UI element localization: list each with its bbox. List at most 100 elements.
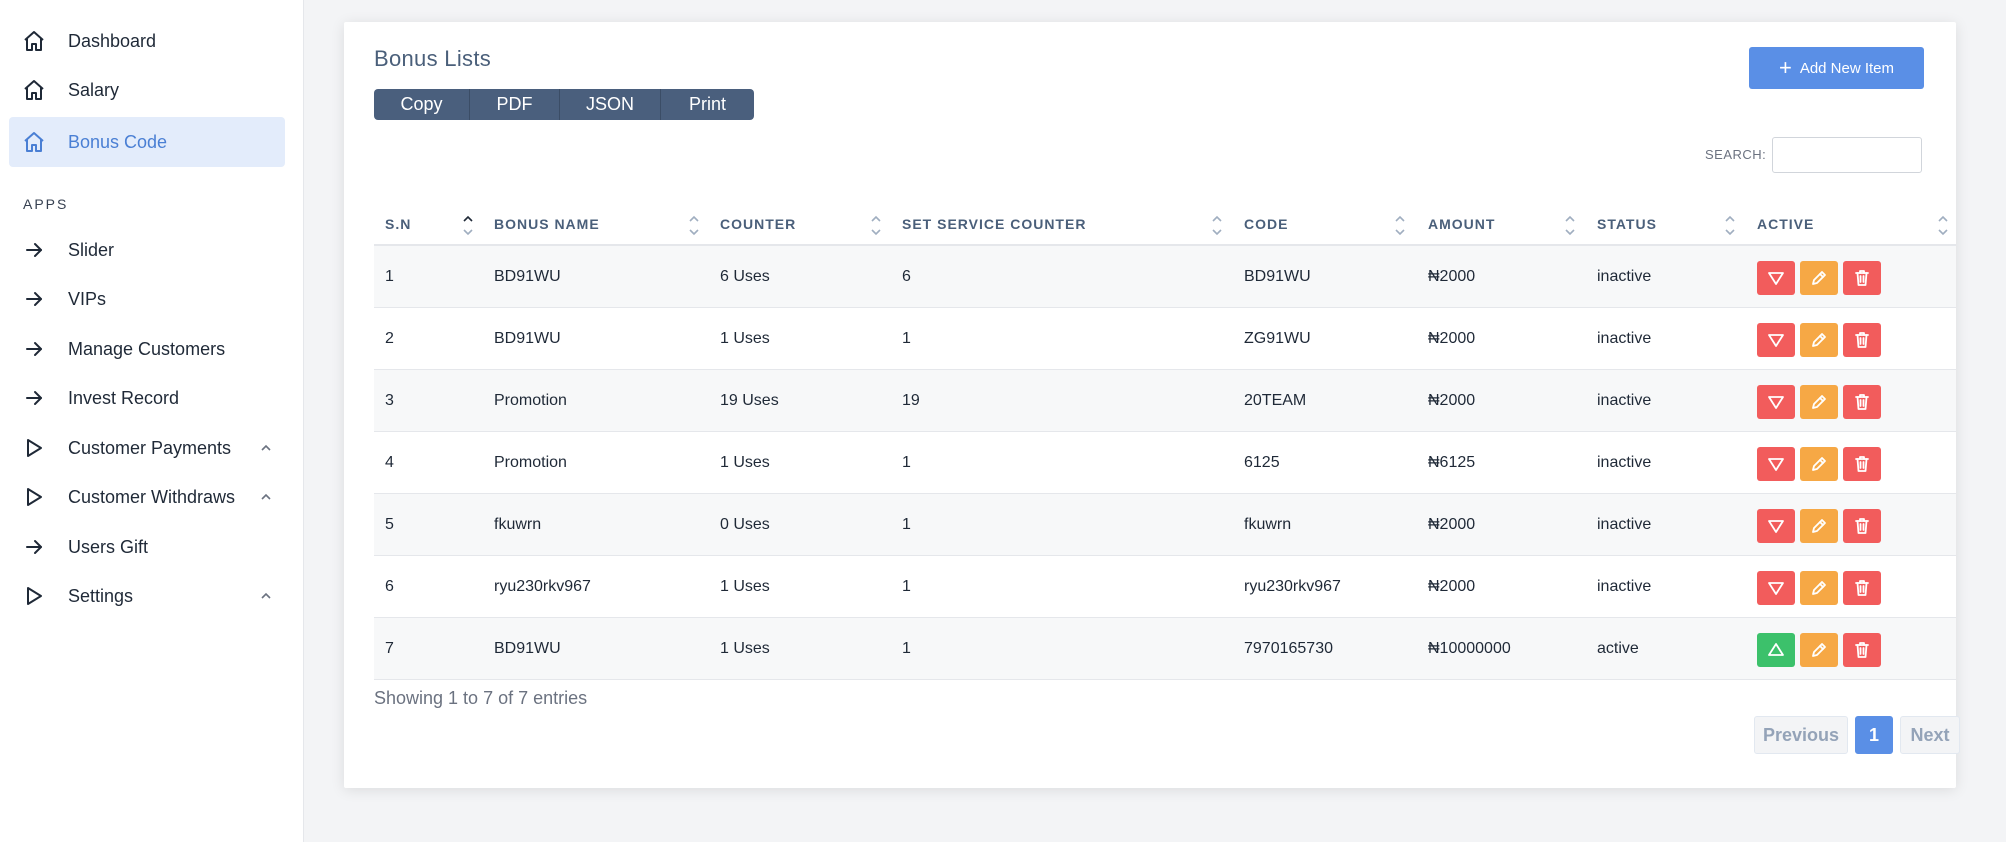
table-header: S.N BONUS NAME COUNTER SET SERVICE COUNT… xyxy=(374,204,1956,246)
cell-status: inactive xyxy=(1597,267,1652,285)
arrow-right-icon xyxy=(22,238,46,262)
nav-label: Settings xyxy=(68,585,134,606)
toggle-status-button[interactable] xyxy=(1757,571,1795,605)
nav-item-manage-customers[interactable]: Manage Customers xyxy=(9,325,285,373)
nav-item-customer-withdraws[interactable]: Customer Withdraws xyxy=(9,473,285,521)
sort-icon[interactable] xyxy=(869,208,883,240)
pagination-previous-button[interactable]: Previous xyxy=(1754,716,1848,754)
table-row: 6 ryu230rkv967 1 Uses 1 ryu230rkv967 ₦2000 ina… xyxy=(374,556,1956,618)
delete-button[interactable] xyxy=(1843,261,1881,295)
column-header-set-service-counter[interactable]: SET SERVICE COUNTER xyxy=(902,204,1086,244)
column-header-sn[interactable]: S.N xyxy=(385,204,411,244)
search-input[interactable] xyxy=(1772,137,1922,173)
search-label: SEARCH: xyxy=(1705,147,1767,162)
nav-item-users-gift[interactable]: Users Gift xyxy=(9,523,285,571)
column-header-active[interactable]: ACTIVE xyxy=(1757,204,1814,244)
cell-set-service-counter: 6 xyxy=(902,267,911,285)
json-button[interactable]: JSON xyxy=(560,89,661,120)
table-body: 1 BD91WU 6 Uses 6 BD91WU ₦2000 inactive 2 BD91WU… xyxy=(374,246,1956,680)
cell-counter: 1 Uses xyxy=(720,577,770,595)
add-new-item-button[interactable]: + Add New Item xyxy=(1749,47,1924,89)
edit-button[interactable] xyxy=(1800,509,1838,543)
copy-button[interactable]: Copy xyxy=(374,89,470,120)
toggle-status-button[interactable] xyxy=(1757,633,1795,667)
pencil-icon xyxy=(1809,268,1829,288)
edit-button[interactable] xyxy=(1800,633,1838,667)
toggle-status-button[interactable] xyxy=(1757,509,1795,543)
export-button-group: Copy PDF JSON Print xyxy=(374,89,754,120)
sort-icon[interactable] xyxy=(1563,208,1577,240)
pagination-page-button[interactable]: 1 xyxy=(1855,716,1893,754)
page-title: Bonus Lists xyxy=(374,46,492,71)
sort-icon[interactable] xyxy=(687,208,701,240)
cell-sn: 6 xyxy=(385,577,394,595)
nav-item-bonus-code[interactable]: Bonus Code xyxy=(9,117,285,167)
toggle-status-button[interactable] xyxy=(1757,261,1795,295)
cell-status: inactive xyxy=(1597,577,1652,595)
column-header-status[interactable]: STATUS xyxy=(1597,204,1657,244)
column-header-bonus-name[interactable]: BONUS NAME xyxy=(494,204,600,244)
sort-icon[interactable] xyxy=(1723,208,1737,240)
delete-button[interactable] xyxy=(1843,571,1881,605)
nav-item-invest-record[interactable]: Invest Record xyxy=(9,374,285,422)
cell-bonus-name: Promotion xyxy=(494,391,567,409)
nav-item-salary[interactable]: Salary xyxy=(9,66,285,114)
cell-status: inactive xyxy=(1597,453,1652,471)
column-header-counter[interactable]: COUNTER xyxy=(720,204,796,244)
toggle-status-button[interactable] xyxy=(1757,323,1795,357)
nav-label: Dashboard xyxy=(68,30,157,51)
pdf-button[interactable]: PDF xyxy=(470,89,560,120)
cell-amount: ₦2000 xyxy=(1428,329,1476,347)
edit-button[interactable] xyxy=(1800,323,1838,357)
pencil-icon xyxy=(1809,454,1829,474)
nav-item-customer-payments[interactable]: Customer Payments xyxy=(9,424,285,472)
delete-button[interactable] xyxy=(1843,385,1881,419)
trash-icon xyxy=(1852,392,1872,412)
delete-button[interactable] xyxy=(1843,323,1881,357)
nav-item-slider[interactable]: Slider xyxy=(9,226,285,274)
edit-button[interactable] xyxy=(1800,261,1838,295)
cell-counter: 19 Uses xyxy=(720,391,779,409)
delete-button[interactable] xyxy=(1843,509,1881,543)
cell-counter: 1 Uses xyxy=(720,329,770,347)
column-header-code[interactable]: CODE xyxy=(1244,204,1288,244)
cell-amount: ₦6125 xyxy=(1428,453,1476,471)
cell-sn: 2 xyxy=(385,329,394,347)
cell-status: inactive xyxy=(1597,329,1652,347)
chevron-up-icon[interactable] xyxy=(259,589,273,603)
print-button[interactable]: Print xyxy=(661,89,754,120)
triangle-down-icon xyxy=(1766,330,1786,350)
toggle-status-button[interactable] xyxy=(1757,447,1795,481)
pencil-icon xyxy=(1809,330,1829,350)
triangle-down-icon xyxy=(1766,454,1786,474)
chevron-up-icon[interactable] xyxy=(259,441,273,455)
edit-button[interactable] xyxy=(1800,571,1838,605)
plus-icon: + xyxy=(1778,55,1792,80)
sort-icon[interactable] xyxy=(1393,208,1407,240)
edit-button[interactable] xyxy=(1800,447,1838,481)
toggle-status-button[interactable] xyxy=(1757,385,1795,419)
column-header-amount[interactable]: AMOUNT xyxy=(1428,204,1495,244)
cell-set-service-counter: 1 xyxy=(902,453,911,471)
play-icon xyxy=(22,485,46,509)
edit-button[interactable] xyxy=(1800,385,1838,419)
nav-label: Salary xyxy=(68,79,120,100)
pagination-next-button[interactable]: Next xyxy=(1900,716,1960,754)
chevron-up-icon[interactable] xyxy=(259,490,273,504)
sort-icon[interactable] xyxy=(1210,208,1224,240)
delete-button[interactable] xyxy=(1843,633,1881,667)
nav-label: Bonus Code xyxy=(68,131,168,152)
nav-item-vips[interactable]: VIPs xyxy=(9,275,285,323)
nav-item-dashboard[interactable]: Dashboard xyxy=(9,17,285,65)
cell-amount: ₦10000000 xyxy=(1428,639,1511,657)
cell-bonus-name: BD91WU xyxy=(494,329,561,347)
sort-icon[interactable] xyxy=(1936,208,1950,240)
cell-counter: 0 Uses xyxy=(720,515,770,533)
home-icon xyxy=(22,130,46,154)
entries-info: Showing 1 to 7 of 7 entries xyxy=(374,688,588,708)
nav-item-settings[interactable]: Settings xyxy=(9,572,285,620)
pencil-icon xyxy=(1809,578,1829,598)
delete-button[interactable] xyxy=(1843,447,1881,481)
cell-status: active xyxy=(1597,639,1639,657)
sort-icon[interactable] xyxy=(461,208,475,240)
